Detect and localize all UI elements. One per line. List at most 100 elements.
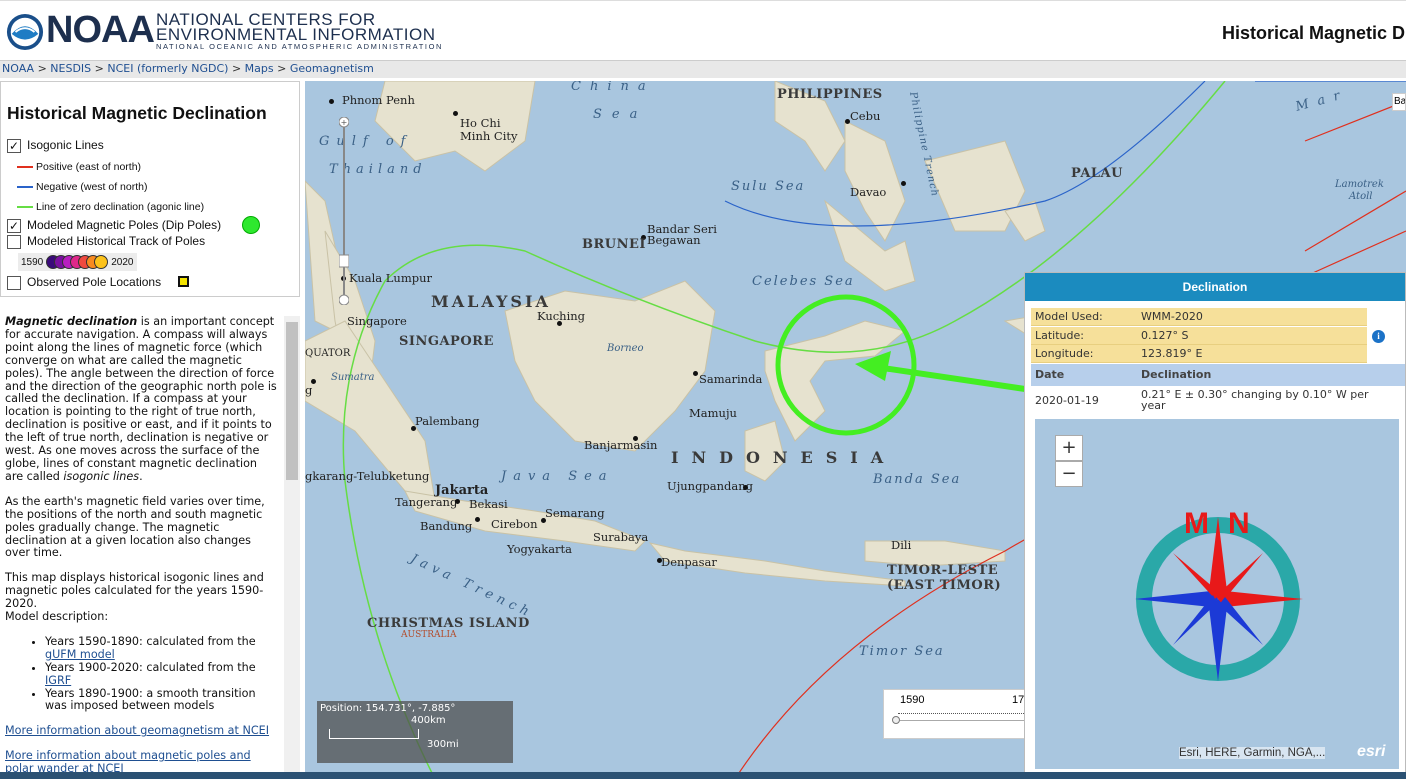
map-label: QUATOR [305, 348, 351, 359]
city-dot [453, 111, 458, 116]
noaa-logo-icon[interactable] [6, 13, 44, 51]
desc-text-end: . [139, 469, 143, 483]
date-column-header: Date [1035, 368, 1065, 381]
map-label: Sea [593, 107, 648, 122]
map-label: Palembang [415, 414, 480, 428]
isogonic-lines-checkbox[interactable]: ✓ [7, 138, 21, 153]
description-scrollbar[interactable] [284, 316, 300, 772]
map-attribution[interactable]: Esri, HERE, Garmin, NGA,... [1179, 747, 1326, 759]
map-label: Cebu [850, 109, 881, 123]
negative-label: Negative (west of north) [36, 181, 148, 193]
list-item: Years 1590-1890: calculated from the gUF… [45, 634, 277, 662]
longitude-value: 123.819° E [1141, 347, 1203, 360]
breadcrumb-nesdis[interactable]: NESDIS [50, 62, 91, 75]
year-time-slider[interactable]: 1590 17 [883, 689, 1032, 739]
year-slider-ticks [898, 708, 1028, 714]
svg-text:+: + [341, 118, 348, 127]
map-label: Lamotrek [1335, 179, 1384, 190]
map-label: PALAU [1071, 166, 1123, 181]
map-label: Mamuju [689, 406, 737, 420]
map-label: Semarang [545, 506, 605, 520]
map-label: Dili [891, 538, 912, 552]
declination-popup: Declination Model Used: WMM-2020 Latitude… [1024, 272, 1406, 778]
track-start-year: 1590 [21, 256, 44, 268]
igrf-link[interactable]: IGRF [45, 674, 71, 687]
breadcrumb-separator: > [94, 62, 104, 75]
positive-label: Positive (east of north) [36, 161, 142, 173]
result-declination: 0.21° E ± 0.30° changing by 0.10° W per … [1141, 388, 1369, 412]
map-label: Sulu Sea [731, 179, 806, 194]
map-label: SINGAPORE [399, 334, 494, 349]
zoom-out-button[interactable]: − [1055, 461, 1083, 487]
map-label: Phnom Penh [342, 93, 415, 107]
map-label: BRUNEI [582, 237, 647, 252]
legend-title: Historical Magnetic Declination [7, 103, 267, 123]
pole-track-row[interactable]: Modeled Historical Track of Poles [7, 234, 205, 249]
latitude-row: Latitude: 0.127° S [1031, 327, 1367, 345]
desc-paragraph-1: Magnetic declination is an important con… [5, 316, 277, 484]
longitude-label: Longitude: [1035, 347, 1094, 360]
result-date: 2020-01-19 [1035, 394, 1099, 407]
map-label: MALAYSIA [431, 292, 551, 311]
scrollbar-thumb[interactable] [286, 322, 298, 480]
taskbar [0, 772, 1406, 779]
term-magnetic-declination: Magnetic declination [5, 316, 138, 328]
map-label: Banjarmasin [584, 438, 658, 452]
breadcrumb-geomagnetism[interactable]: Geomagnetism [290, 62, 374, 75]
info-icon[interactable]: i [1372, 330, 1385, 343]
model-list: Years 1590-1890: calculated from the gUF… [45, 634, 277, 713]
longitude-row: Longitude: 123.819° E [1031, 345, 1367, 363]
track-end-year: 2020 [111, 256, 134, 268]
latitude-value: 0.127° S [1141, 329, 1189, 342]
map-label: (EAST TIMOR) [887, 578, 1002, 593]
breadcrumb-noaa[interactable]: NOAA [2, 62, 34, 75]
pole-track-checkbox[interactable] [7, 234, 21, 249]
gufm-link[interactable]: gUFM model [45, 648, 115, 661]
noaa-wordmark[interactable]: NOAA [46, 9, 155, 52]
breadcrumb-maps[interactable]: Maps [245, 62, 274, 75]
breadcrumb-separator: > [37, 62, 47, 75]
city-dot [541, 518, 546, 523]
legend-negative: Negative (west of north) [17, 181, 147, 193]
geomagnetism-info-link[interactable]: More information about geomagnetism at N… [5, 724, 269, 737]
modeled-poles-label: Modeled Magnetic Poles (Dip Poles) [27, 218, 222, 232]
map-label: INDONESIA [671, 448, 897, 467]
city-dot [475, 517, 480, 522]
isogonic-lines-row[interactable]: ✓ Isogonic Lines [7, 138, 104, 153]
city-dot [329, 99, 334, 104]
modeled-poles-checkbox[interactable]: ✓ [7, 218, 21, 233]
map-label: TIMOR-LESTE [887, 563, 999, 578]
track-color-dots [46, 255, 109, 269]
year-slider-handle[interactable] [892, 716, 900, 724]
scale-km-label: 400km [411, 715, 446, 726]
map-label: g [305, 383, 313, 397]
scale-mi-label: 300mi [427, 739, 459, 750]
map-label: Tangerang [395, 495, 458, 509]
breadcrumb-separator: > [231, 62, 242, 75]
observed-poles-row[interactable]: Observed Pole Locations [7, 275, 161, 290]
breadcrumb-ncei[interactable]: NCEI (formerly NGDC) [107, 62, 228, 75]
map-label: Java Sea [501, 469, 614, 484]
list-item-text: Years 1590-1890: calculated from the [45, 634, 256, 648]
zoom-in-button[interactable]: + [1055, 435, 1083, 461]
map-label: Yogyakarta [507, 542, 573, 556]
zero-line-swatch [17, 206, 33, 209]
observed-poles-checkbox[interactable] [7, 275, 21, 290]
esri-logo[interactable]: esri [1357, 743, 1385, 761]
page-title: Historical Magnetic D [1222, 23, 1406, 43]
ncei-subtitle: NATIONAL OCEANIC AND ATMOSPHERIC ADMINIS… [156, 42, 444, 51]
breadcrumb-separator: > [277, 62, 287, 75]
negative-line-swatch [17, 186, 33, 189]
desc-paragraph-3: This map displays historical isogonic li… [5, 571, 264, 611]
map-zoom-slider[interactable]: + [339, 117, 349, 305]
map-label: PHILIPPINES [777, 87, 883, 102]
pole-marker-icon [242, 216, 260, 234]
map-label: Samarinda [699, 372, 763, 386]
modeled-poles-row[interactable]: ✓ Modeled Magnetic Poles (Dip Poles) [7, 218, 221, 233]
compass-n-label: N [1228, 507, 1250, 540]
declination-column-header: Declination [1141, 368, 1212, 381]
compass-map[interactable]: + − M N Esri, HERE, Garmin, NGA,... esri [1035, 419, 1399, 769]
map-label: Atoll [1349, 191, 1373, 202]
basemap-button[interactable]: Ba [1392, 93, 1406, 111]
results-header: Date Declination [1031, 364, 1405, 386]
